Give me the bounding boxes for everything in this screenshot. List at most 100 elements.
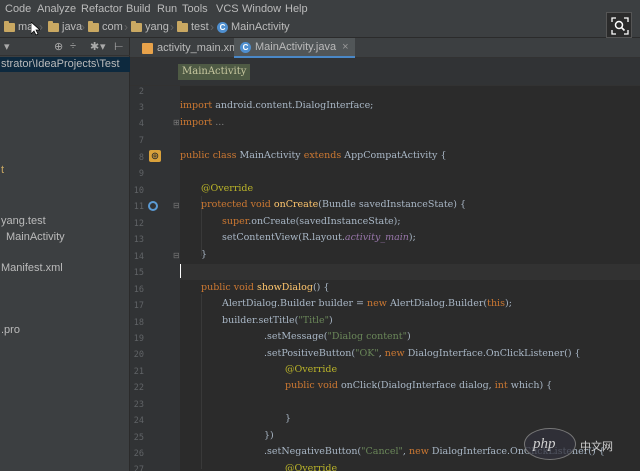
current-line-highlight: [180, 264, 640, 280]
locate-icon[interactable]: ⊕: [54, 40, 63, 53]
collapse-icon[interactable]: ÷: [70, 40, 76, 52]
code-line: import android.content.DialogInterface;: [180, 100, 374, 111]
nav-crumb-yang[interactable]: yang: [131, 20, 169, 33]
fold-toggle-icon[interactable]: ⊞: [173, 118, 180, 127]
nav-crumb-label: yang: [145, 21, 169, 33]
hide-panel-icon[interactable]: ⊢: [114, 40, 124, 53]
menu-vcs[interactable]: VCS: [216, 3, 239, 15]
editor-tab-bar: activity_main.xml × C MainActivity.java …: [130, 38, 640, 58]
watermark-caption: 中文网: [580, 441, 613, 453]
tree-item-label: .pro: [1, 324, 20, 336]
watermark-logo-text: php: [533, 436, 556, 452]
tree-item-mainactivity[interactable]: MainActivity: [6, 231, 65, 243]
fold-toggle-icon[interactable]: ⊟: [173, 201, 180, 210]
line-number: 22: [133, 383, 144, 393]
project-tool-window: ▾ ⊕ ÷ ✱ ▾ ⊢ strator\IdeaProjects\Test t …: [0, 38, 130, 471]
project-toolbar: ▾ ⊕ ÷ ✱ ▾ ⊢: [0, 38, 130, 56]
code-line: @Override: [285, 364, 338, 375]
search-icon: [611, 17, 629, 35]
override-marker-icon[interactable]: [148, 201, 158, 211]
code-line: }: [201, 249, 208, 260]
menu-build[interactable]: Build: [126, 3, 150, 15]
line-number: 8: [138, 153, 144, 163]
line-number: 10: [133, 186, 144, 196]
menu-analyze[interactable]: Analyze: [37, 3, 76, 15]
nav-crumb-label: java: [62, 21, 83, 33]
line-number: 4: [138, 119, 144, 129]
line-number: 20: [133, 350, 144, 360]
line-number: 15: [133, 268, 144, 278]
chevron-right-icon: ›: [81, 20, 85, 34]
line-number: 11: [133, 202, 144, 212]
nav-crumb-com[interactable]: com: [88, 20, 123, 33]
class-marker-icon[interactable]: ◎: [149, 150, 161, 162]
xml-file-icon: [142, 42, 153, 54]
line-number: 18: [133, 318, 144, 328]
line-number: 9: [138, 169, 144, 179]
line-number: 25: [133, 433, 144, 443]
code-editor[interactable]: import android.content.DialogInterface; …: [180, 86, 640, 471]
tree-item-proguard[interactable]: .pro: [1, 324, 20, 336]
folder-icon: [48, 20, 59, 32]
class-icon: C: [240, 41, 251, 53]
tab-label: MainActivity.java: [255, 41, 337, 53]
mouse-cursor-icon: [31, 22, 40, 36]
indent-guide: [201, 294, 202, 469]
tree-item-label: yang.test: [1, 215, 46, 227]
line-number: 17: [133, 301, 144, 311]
code-line: import ...: [180, 117, 225, 128]
tree-item-project-root[interactable]: strator\IdeaProjects\Test: [0, 57, 130, 72]
tree-item-label: strator\IdeaProjects\Test: [1, 58, 120, 70]
nav-crumb-label: MainActivity: [231, 21, 290, 33]
dropdown-arrow-icon[interactable]: ▾: [4, 40, 10, 53]
tree-item-label: t: [1, 164, 5, 176]
line-number: 12: [133, 219, 144, 229]
chevron-right-icon: ›: [282, 20, 286, 34]
menu-run[interactable]: Run: [157, 3, 177, 15]
code-line: @Override: [285, 463, 338, 471]
line-number: 7: [138, 136, 144, 146]
menu-refactor[interactable]: Refactor: [81, 3, 123, 15]
line-number: 3: [138, 103, 144, 113]
nav-crumb-test[interactable]: test: [177, 20, 209, 33]
nav-crumb-mainactivity[interactable]: C MainActivity: [217, 21, 290, 33]
close-icon[interactable]: ×: [342, 41, 348, 53]
text-caret: [180, 264, 181, 278]
tab-label: activity_main.xml: [157, 42, 241, 54]
chevron-right-icon: ›: [170, 20, 174, 34]
editor-gutter: 2 3 4 7 8 9 10 11 12 13 14 15 16 17 18 1…: [130, 86, 180, 471]
menu-window[interactable]: Window: [242, 3, 281, 15]
tree-item-package[interactable]: yang.test: [1, 215, 46, 227]
tab-mainactivity-java[interactable]: C MainActivity.java ×: [234, 38, 355, 58]
menu-tools[interactable]: Tools: [182, 3, 208, 15]
line-number: 2: [138, 87, 144, 97]
tree-item-t[interactable]: t: [1, 164, 4, 176]
code-line: }): [264, 430, 274, 441]
tree-item-label: MainActivity: [6, 231, 65, 243]
code-line: .setMessage("Dialog content"): [264, 331, 411, 342]
editor-breadcrumb-bar: MainActivity: [130, 58, 640, 86]
code-line: public class MainActivity extends AppCom…: [180, 150, 447, 161]
nav-crumb-java[interactable]: java: [48, 20, 83, 33]
menu-code[interactable]: Code: [5, 3, 31, 15]
folder-icon: [131, 20, 142, 32]
line-number: 26: [133, 449, 144, 459]
menu-help[interactable]: Help: [285, 3, 308, 15]
chevron-right-icon: ›: [210, 20, 214, 34]
folder-icon: [88, 20, 99, 32]
tree-item-label: Manifest.xml: [1, 262, 63, 274]
line-number: 24: [133, 416, 144, 426]
dropdown-arrow-icon[interactable]: ▾: [100, 40, 106, 53]
menu-bar: Code Analyze Refactor Build Run Tools VC…: [0, 0, 640, 17]
line-number: 13: [133, 235, 144, 245]
tree-item-manifest[interactable]: Manifest.xml: [1, 262, 63, 274]
code-line: .setPositiveButton("OK", new DialogInter…: [264, 348, 581, 359]
fold-toggle-icon[interactable]: ⊟: [173, 251, 180, 260]
code-line: setContentView(R.layout.activity_main);: [222, 232, 416, 243]
line-number: 23: [133, 400, 144, 410]
nav-crumb-main[interactable]: ma: [4, 20, 33, 33]
gear-icon[interactable]: ✱: [90, 40, 99, 53]
search-everywhere-button[interactable]: [606, 12, 632, 38]
breadcrumb-class[interactable]: MainActivity: [178, 64, 251, 80]
code-line: public void showDialog() {: [201, 282, 330, 293]
